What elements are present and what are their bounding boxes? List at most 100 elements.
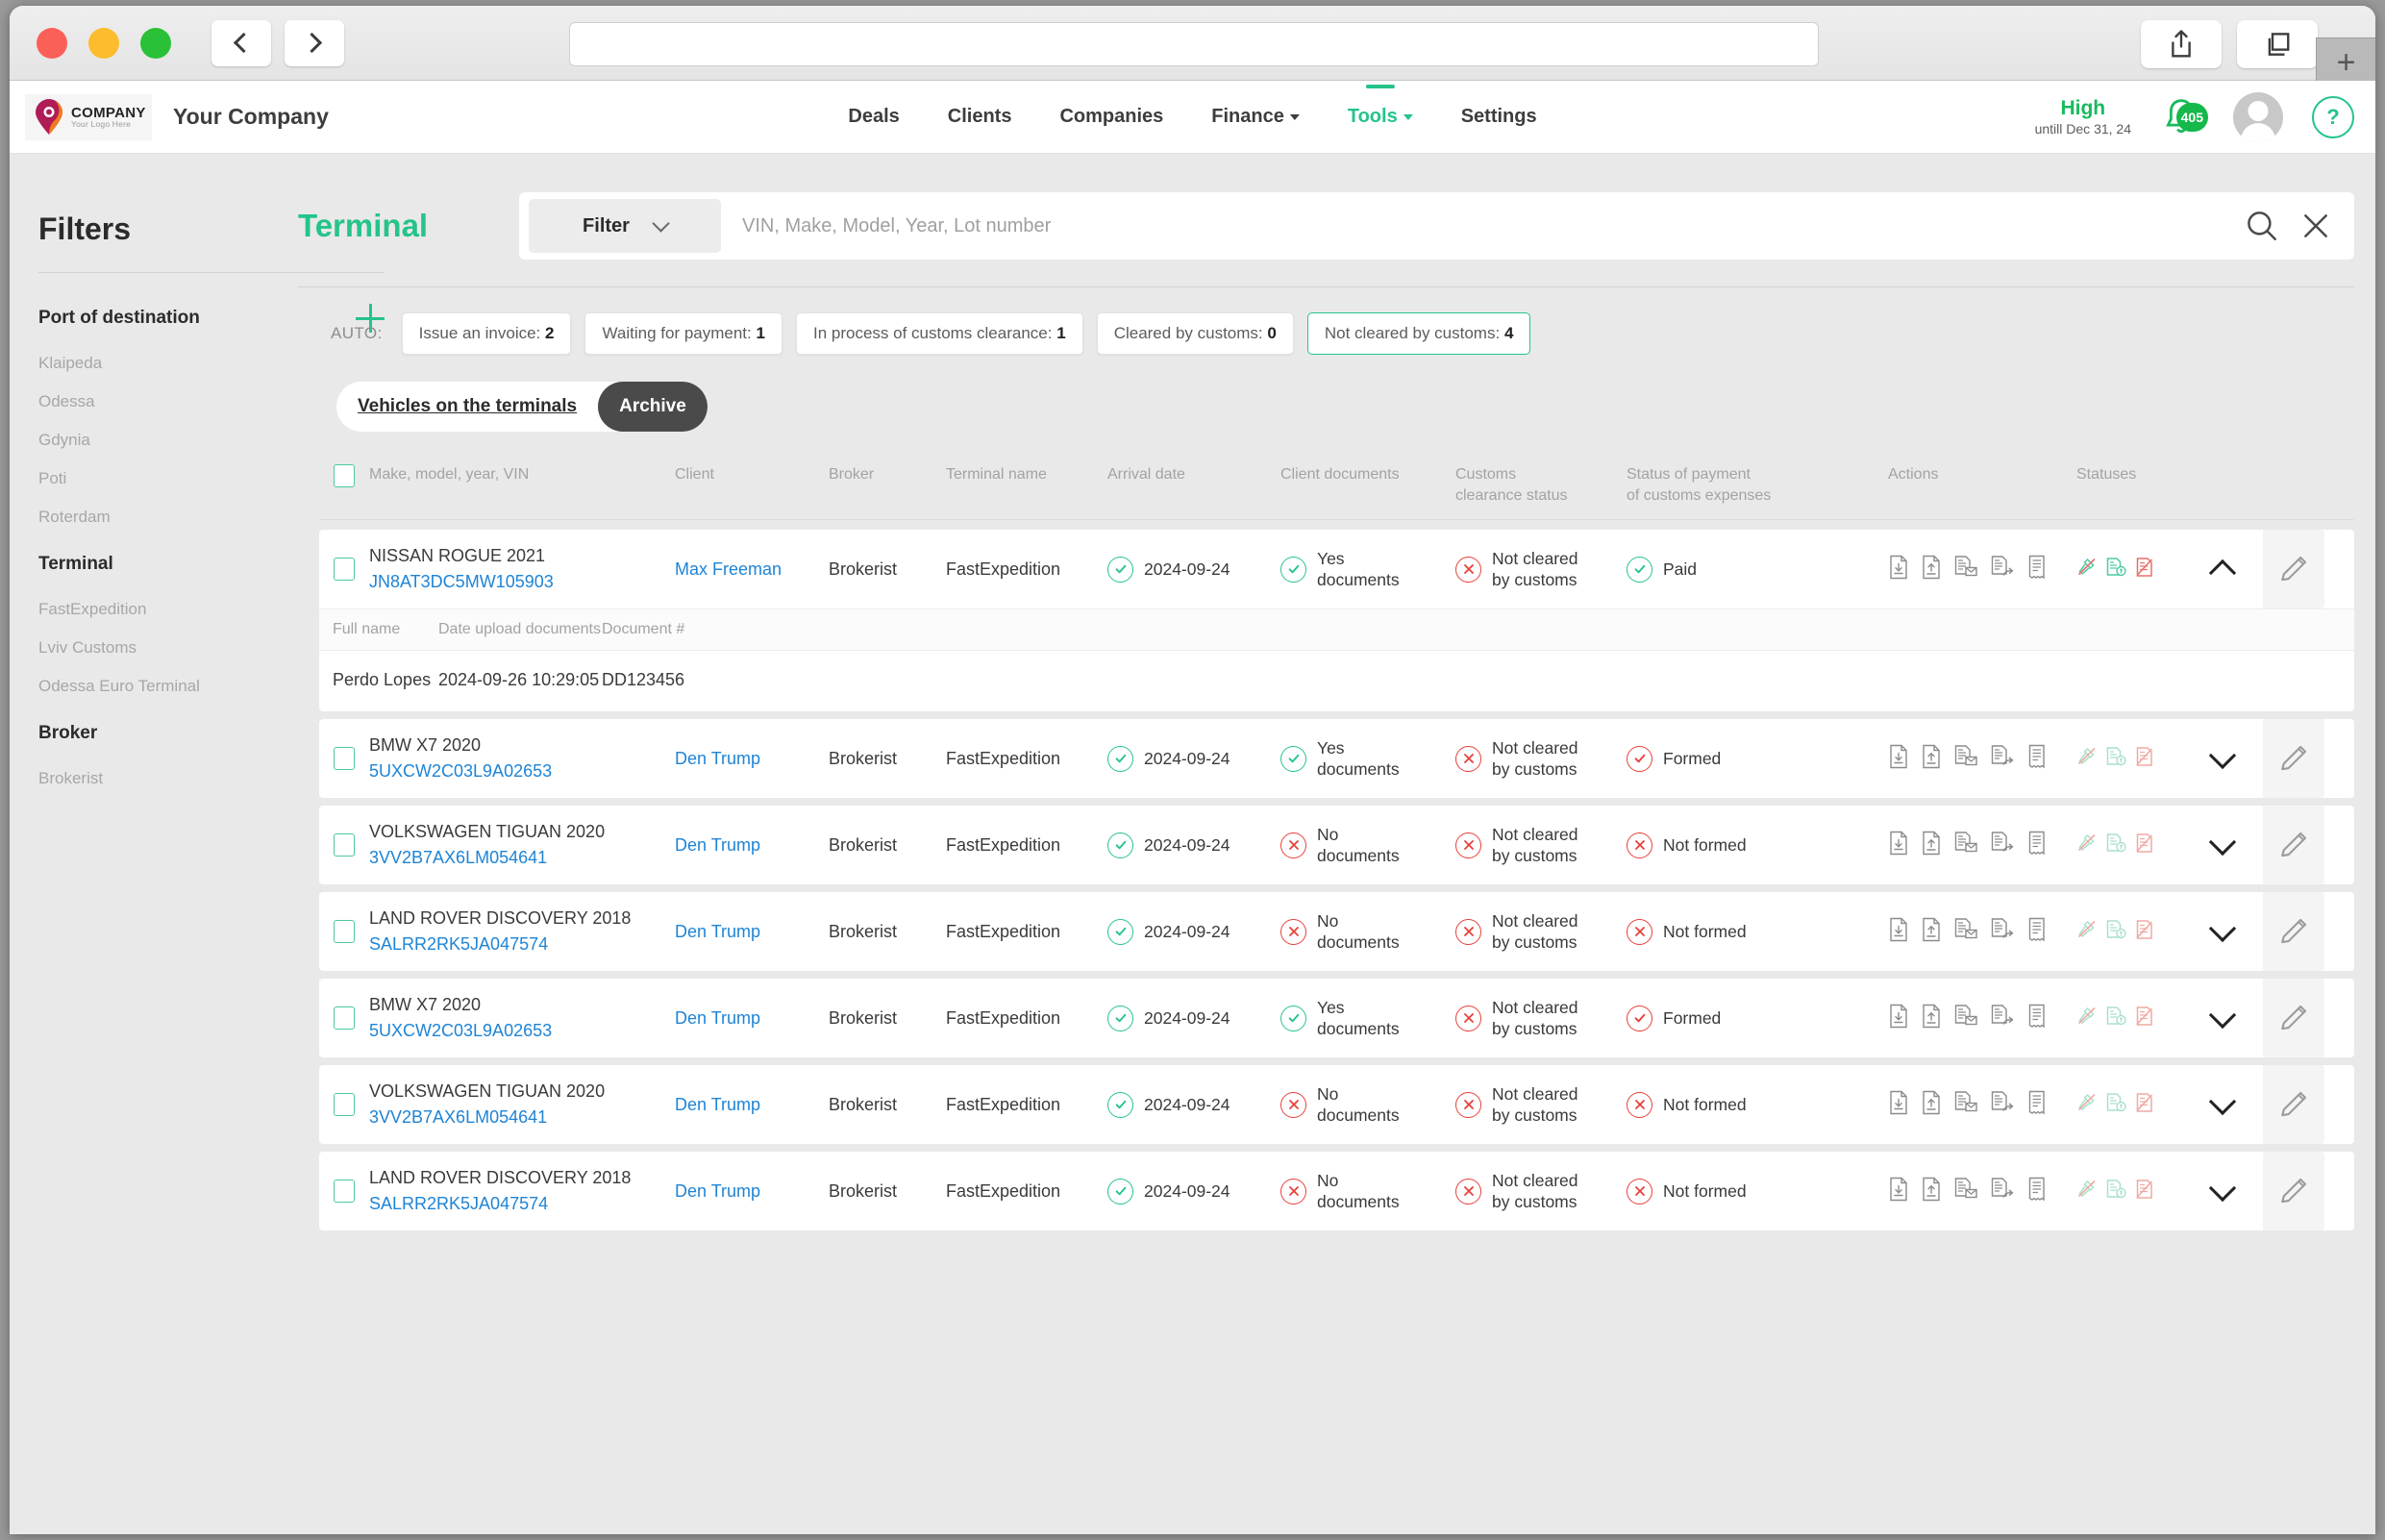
client-link[interactable]: Max Freeman bbox=[675, 559, 782, 579]
search-button[interactable] bbox=[2235, 199, 2289, 253]
app-header: COMPANY Your Logo Here Your Company Deal… bbox=[10, 81, 2375, 154]
row-checkbox[interactable] bbox=[334, 558, 355, 582]
brand-area: COMPANY Your Logo Here Your Company bbox=[25, 93, 329, 140]
nav-item-tools[interactable]: Tools bbox=[1346, 100, 1415, 134]
chevron-icon bbox=[2208, 828, 2237, 856]
search-input[interactable] bbox=[742, 214, 2235, 237]
nav-item-settings[interactable]: Settings bbox=[1459, 100, 1539, 134]
vehicle-vin-link[interactable]: 3VV2B7AX6LM054641 bbox=[369, 1105, 675, 1130]
expand-row-button[interactable] bbox=[2182, 1001, 2263, 1031]
table-row[interactable]: BMW X7 2020 5UXCW2C03L9A02653 Den Trump Bro… bbox=[319, 979, 2354, 1058]
edit-row-button[interactable] bbox=[2263, 892, 2324, 972]
vehicle-vin-link[interactable]: JN8AT3DC5MW105903 bbox=[369, 569, 675, 595]
expand-row-button[interactable] bbox=[2182, 1174, 2263, 1205]
status-chip[interactable]: In process of customs clearance: 1 bbox=[795, 312, 1083, 355]
column-header-statuses: Statuses bbox=[2076, 466, 2137, 483]
table-row[interactable]: VOLKSWAGEN TIGUAN 2020 3VV2B7AX6LM054641 D… bbox=[319, 1065, 2354, 1145]
client-link[interactable]: Den Trump bbox=[675, 1181, 760, 1201]
row-checkbox[interactable] bbox=[334, 833, 355, 857]
receipt-icon bbox=[2028, 1177, 2045, 1202]
payment-status-icon bbox=[1627, 918, 1652, 945]
address-bar[interactable] bbox=[569, 22, 1819, 66]
document-share-icon bbox=[1991, 555, 2014, 576]
row-checkbox[interactable] bbox=[334, 1093, 355, 1117]
status-chip[interactable]: Waiting for payment: 1 bbox=[584, 312, 783, 355]
forward-button[interactable] bbox=[285, 19, 344, 66]
client-docs-line1: No bbox=[1317, 1083, 1339, 1104]
vehicle-vin-link[interactable]: SALRR2RK5JA047574 bbox=[369, 1191, 675, 1217]
table-row[interactable]: VOLKSWAGEN TIGUAN 2020 3VV2B7AX6LM054641 D… bbox=[319, 806, 2354, 885]
edit-row-button[interactable] bbox=[2263, 1152, 2324, 1231]
clear-search-button[interactable] bbox=[2289, 199, 2343, 253]
expand-row-button[interactable] bbox=[2182, 557, 2263, 586]
close-window-button[interactable] bbox=[37, 27, 67, 59]
edit-pencil-icon bbox=[2281, 1006, 2307, 1031]
row-checkbox[interactable] bbox=[334, 1006, 355, 1031]
plan-status[interactable]: High untill Dec 31, 24 bbox=[2035, 96, 2131, 138]
tab-archive[interactable]: Archive bbox=[598, 382, 708, 432]
row-checkbox[interactable] bbox=[334, 920, 355, 944]
client-link[interactable]: Den Trump bbox=[675, 749, 760, 768]
filter-dropdown-button[interactable]: Filter bbox=[529, 199, 721, 253]
new-tab-button[interactable]: + bbox=[2316, 37, 2375, 86]
client-link[interactable]: Den Trump bbox=[675, 1008, 760, 1028]
avatar[interactable] bbox=[2233, 91, 2283, 142]
details-row: Perdo Lopes 2024-09-26 10:29:05 DD123456 bbox=[319, 651, 2354, 711]
table-row[interactable]: BMW X7 2020 5UXCW2C03L9A02653 Den Trump Bro… bbox=[319, 719, 2354, 799]
payment-status-icon bbox=[1627, 1005, 1652, 1031]
client-cell: Max Freeman bbox=[675, 559, 829, 580]
edit-row-button[interactable] bbox=[2263, 1065, 2324, 1145]
broker-cell: Brokerist bbox=[829, 921, 898, 941]
nav-item-clients[interactable]: Clients bbox=[946, 100, 1014, 134]
expand-row-button[interactable] bbox=[2182, 1087, 2263, 1118]
expand-row-button[interactable] bbox=[2182, 741, 2263, 772]
table-row[interactable]: LAND ROVER DISCOVERY 2018 SALRR2RK5JA0475… bbox=[319, 1152, 2354, 1231]
tab-overview-button[interactable] bbox=[2237, 20, 2318, 68]
client-link[interactable]: Den Trump bbox=[675, 835, 760, 855]
company-logo[interactable]: COMPANY Your Logo Here bbox=[25, 93, 152, 140]
vehicle-vin-link[interactable]: 5UXCW2C03L9A02653 bbox=[369, 1018, 675, 1044]
vehicle-vin-link[interactable]: SALRR2RK5JA047574 bbox=[369, 931, 675, 957]
expand-row-button[interactable] bbox=[2182, 914, 2263, 945]
nav-item-deals[interactable]: Deals bbox=[846, 100, 901, 134]
table-row[interactable]: NISSAN ROGUE 2021 JN8AT3DC5MW105903 Max Fr… bbox=[319, 530, 2354, 609]
tab-vehicles-on-the-terminals[interactable]: Vehicles on the terminals bbox=[336, 382, 598, 432]
expand-row-button[interactable] bbox=[2182, 828, 2263, 858]
row-checkbox[interactable] bbox=[334, 747, 355, 771]
share-button[interactable] bbox=[2141, 20, 2222, 68]
payment-status-label: Formed bbox=[1663, 1007, 1722, 1028]
edit-row-button[interactable] bbox=[2263, 719, 2324, 799]
document-crossed-icon bbox=[2136, 919, 2153, 939]
select-all-checkbox[interactable] bbox=[334, 464, 355, 487]
edit-row-button[interactable] bbox=[2263, 979, 2324, 1058]
edit-row-button[interactable] bbox=[2263, 530, 2324, 609]
status-chip[interactable]: Cleared by customs: 0 bbox=[1096, 312, 1294, 355]
minimize-window-button[interactable] bbox=[88, 27, 119, 59]
client-link[interactable]: Den Trump bbox=[675, 922, 760, 941]
row-select-cell bbox=[319, 747, 369, 771]
hammer-crossed-icon bbox=[2077, 1006, 2096, 1024]
chevron-down-icon bbox=[652, 213, 670, 233]
table-row-group: VOLKSWAGEN TIGUAN 2020 3VV2B7AX6LM054641 D… bbox=[319, 1065, 2354, 1145]
maximize-window-button[interactable] bbox=[140, 27, 171, 59]
back-button[interactable] bbox=[211, 19, 271, 66]
filter-group-label: Broker bbox=[38, 723, 98, 743]
payment-status-cell: Formed bbox=[1627, 1005, 1888, 1031]
table-row[interactable]: LAND ROVER DISCOVERY 2018 SALRR2RK5JA0475… bbox=[319, 892, 2354, 972]
status-chip[interactable]: Not cleared by customs: 4 bbox=[1306, 312, 1531, 355]
vehicle-vin-link[interactable]: 3VV2B7AX6LM054641 bbox=[369, 845, 675, 871]
status-chip[interactable]: Issue an invoice: 2 bbox=[401, 312, 572, 355]
notifications-button[interactable]: 405 bbox=[2160, 95, 2208, 139]
edit-row-button[interactable] bbox=[2263, 806, 2324, 885]
vehicle-vin-link[interactable]: 5UXCW2C03L9A02653 bbox=[369, 758, 675, 784]
search-icon bbox=[2248, 211, 2276, 240]
nav-item-companies[interactable]: Companies bbox=[1057, 100, 1165, 134]
document-share-icon bbox=[1991, 1004, 2014, 1025]
client-cell: Den Trump bbox=[675, 835, 829, 856]
row-checkbox[interactable] bbox=[334, 1180, 355, 1204]
nav-item-finance[interactable]: Finance bbox=[1209, 100, 1302, 134]
help-button[interactable]: ? bbox=[2312, 95, 2354, 138]
client-link[interactable]: Den Trump bbox=[675, 1095, 760, 1114]
chips-prefix-label: AUTO: bbox=[331, 324, 383, 342]
payment-status-cell: Formed bbox=[1627, 745, 1888, 772]
